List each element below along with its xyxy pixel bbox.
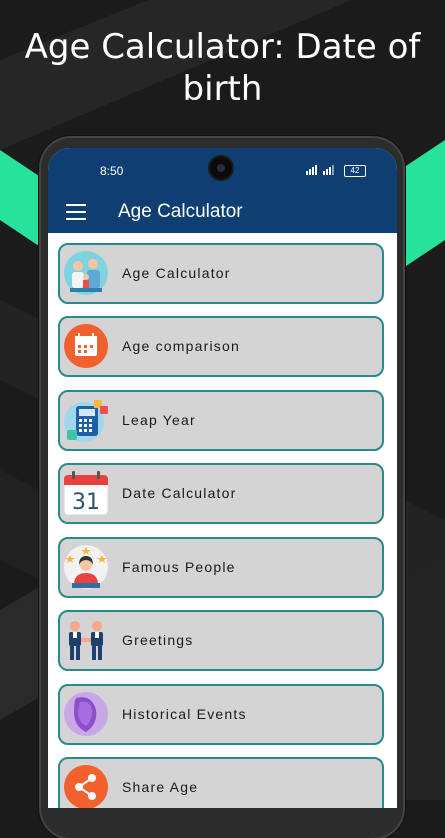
hamburger-menu-icon[interactable] [66, 204, 86, 220]
menu-item-label: Share Age [122, 779, 199, 795]
promo-title: Age Calculator: Date of birth [24, 27, 421, 109]
greeting-people-icon [69, 621, 103, 660]
status-time: 8:50 [100, 164, 124, 178]
menu-item-leap-year[interactable]: Leap Year [58, 390, 384, 451]
calculator-icon [64, 400, 108, 442]
share-icon [64, 765, 108, 808]
calendar-day-number: 31 [72, 490, 100, 515]
famous-person-icon [64, 545, 108, 589]
menu-item-label: Leap Year [122, 412, 196, 428]
app-title: Age Calculator [118, 201, 243, 222]
historical-events-icon [64, 692, 108, 736]
menu-item-label: Age Calculator [122, 265, 231, 281]
front-camera [210, 157, 232, 179]
signal-icon-2 [323, 165, 334, 175]
menu-item-label: Historical Events [122, 706, 247, 722]
app-bar: Age Calculator [48, 193, 397, 233]
menu-item-age-comparison[interactable]: Age comparison [58, 316, 384, 377]
status-bar: 8:50 42 [48, 148, 397, 193]
menu-item-historical-events[interactable]: Historical Events [58, 684, 384, 745]
menu-item-label: Date Calculator [122, 485, 237, 501]
calendar-icon [64, 324, 108, 368]
family-icon [64, 251, 108, 295]
calendar-31-icon: 31 [63, 471, 109, 516]
menu-item-famous-people[interactable]: Famous People [58, 537, 384, 598]
menu-item-share-age[interactable]: Share Age [58, 757, 384, 808]
menu-item-greetings[interactable]: Greetings [58, 610, 384, 671]
menu-item-label: Greetings [122, 632, 194, 648]
menu-item-label: Age comparison [122, 338, 240, 354]
battery-icon: 42 [344, 165, 366, 177]
menu-item-age-calculator[interactable]: Age Calculator [58, 243, 384, 304]
menu-item-label: Famous People [122, 559, 236, 575]
signal-icon [306, 165, 317, 175]
menu-item-date-calculator[interactable]: 31 Date Calculator [58, 463, 384, 524]
phone-screen: 8:50 42 Age Calculator Age Calculator Ag… [48, 148, 397, 808]
